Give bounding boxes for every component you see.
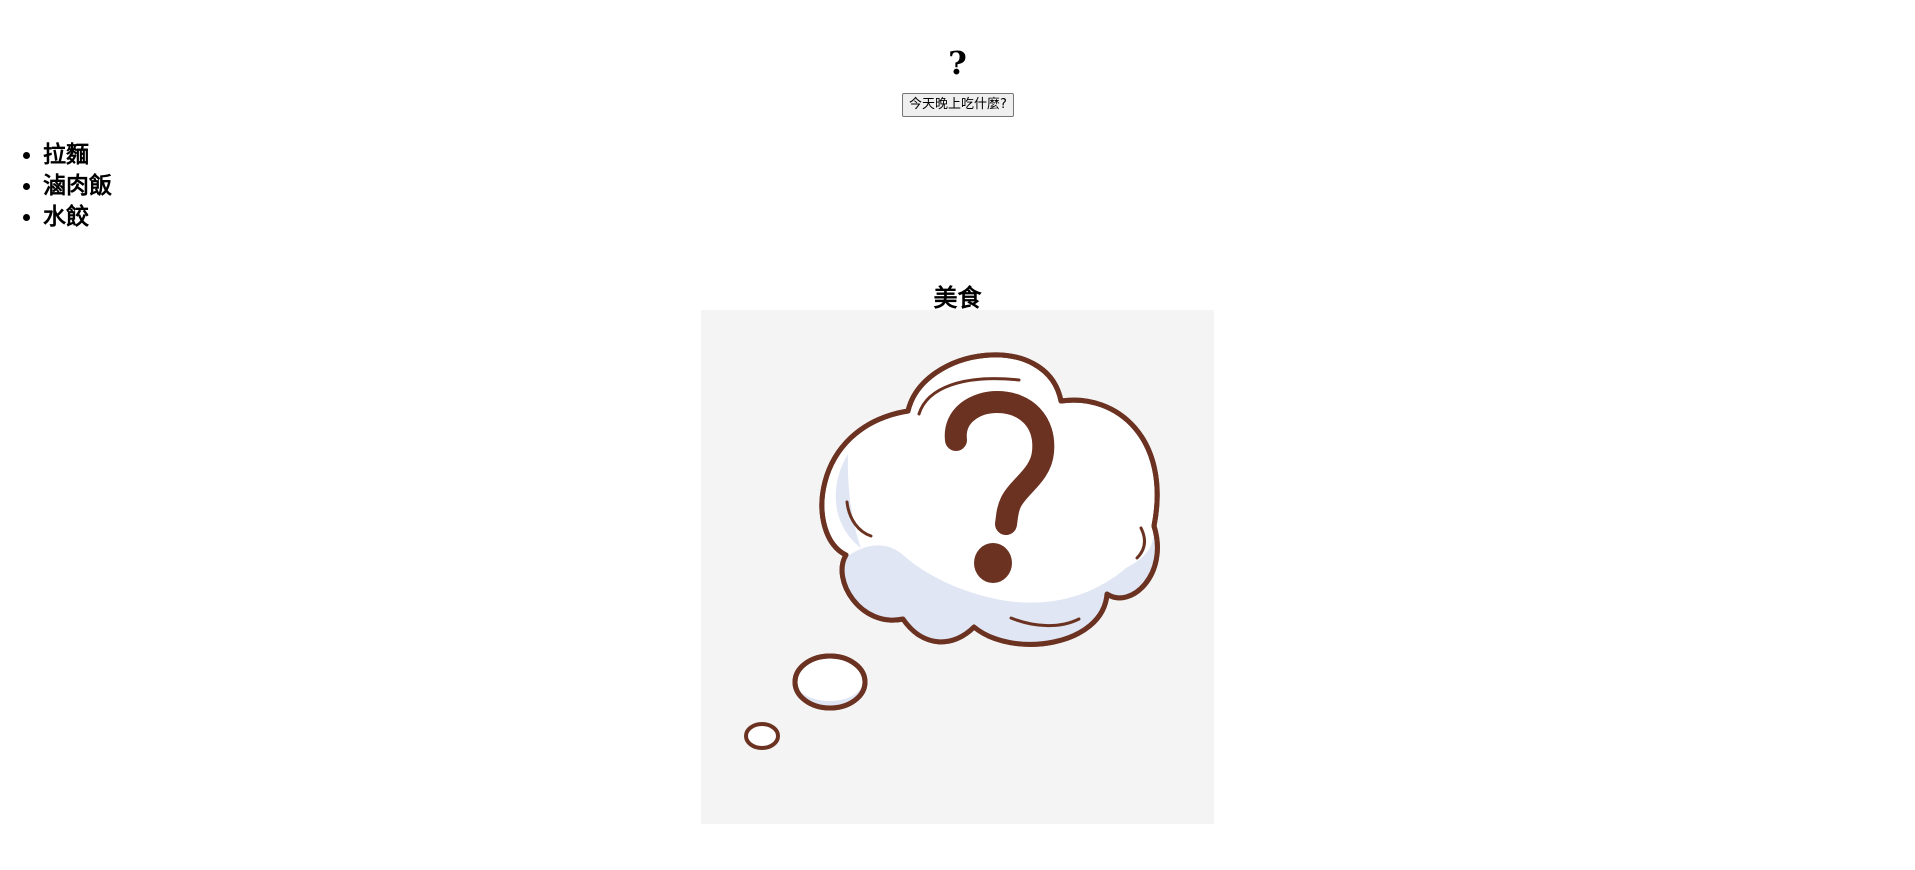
food-list: 拉麵 滷肉飯 水餃	[0, 140, 112, 233]
thought-dots	[744, 653, 868, 750]
page-title: ?	[948, 44, 967, 83]
list-item: 拉麵	[43, 140, 112, 171]
food-image	[701, 310, 1214, 824]
thought-bubble-question-icon	[744, 352, 1160, 750]
list-item: 水餃	[43, 202, 112, 233]
what-to-eat-button[interactable]: 今天晚上吃什麼?	[902, 93, 1014, 117]
list-item: 滷肉飯	[43, 171, 112, 202]
